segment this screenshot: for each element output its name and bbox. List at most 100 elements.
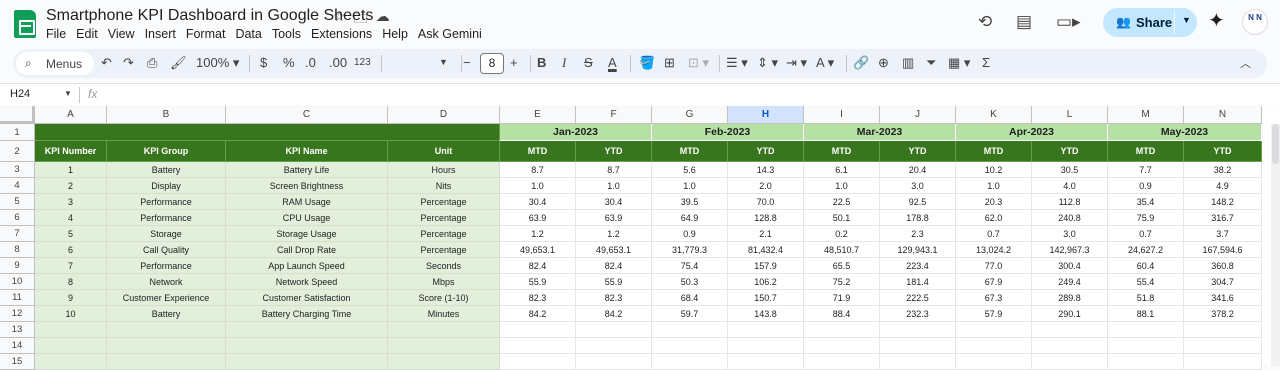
name-box-dropdown-icon[interactable]: ▼ [64, 89, 72, 98]
table-cell[interactable]: Nits [388, 178, 500, 194]
month-header[interactable]: Feb-2023 [652, 124, 804, 141]
vertical-align-icon[interactable]: ⇕ ▾ [757, 55, 778, 71]
redo-icon[interactable]: ↷ [123, 55, 134, 71]
bold-button[interactable]: B [537, 55, 546, 70]
table-cell[interactable]: 10 [35, 306, 107, 322]
paint-format-icon[interactable]: 🖌 [170, 55, 187, 71]
table-cell[interactable]: 68.4 [652, 290, 728, 306]
menu-ask-gemini[interactable]: Ask Gemini [418, 27, 482, 41]
table-cell[interactable]: 50.3 [652, 274, 728, 290]
table-cell[interactable]: 290.1 [1032, 306, 1108, 322]
gemini-icon[interactable]: ✦ [1208, 8, 1225, 33]
table-cell[interactable]: 71.9 [804, 290, 880, 306]
table-cell[interactable]: Network [107, 274, 226, 290]
table-cell[interactable]: 59.7 [652, 306, 728, 322]
fill-color-icon[interactable]: 🪣 [639, 55, 655, 71]
insert-link-icon[interactable]: 🔗 [853, 55, 869, 71]
table-cell[interactable]: Percentage [388, 242, 500, 258]
table-cell[interactable]: 341.6 [1184, 290, 1262, 306]
table-cell[interactable]: 63.9 [500, 210, 576, 226]
table-cell[interactable]: 316.7 [1184, 210, 1262, 226]
percent-format-button[interactable]: % [283, 55, 295, 70]
table-cell[interactable]: 30.5 [1032, 162, 1108, 178]
table-cell[interactable]: 249.4 [1032, 274, 1108, 290]
row-header-10[interactable]: 10 [0, 274, 35, 290]
table-cell[interactable]: 223.4 [880, 258, 956, 274]
table-cell[interactable]: Storage Usage [226, 226, 388, 242]
table-cell[interactable]: 3.0 [880, 178, 956, 194]
menu-tools[interactable]: Tools [272, 27, 301, 41]
table-cell[interactable]: 84.2 [576, 306, 652, 322]
table-cell[interactable]: 2 [35, 178, 107, 194]
empty-cell[interactable] [956, 322, 1032, 338]
table-cell[interactable]: 82.4 [500, 258, 576, 274]
table-cell[interactable]: 112.8 [1032, 194, 1108, 210]
font-size-input[interactable]: 8 [480, 53, 504, 74]
strikethrough-icon[interactable]: S [584, 55, 593, 70]
row-header-14[interactable]: 14 [0, 338, 35, 354]
column-header-c[interactable]: C [226, 106, 388, 124]
share-dropdown-icon[interactable]: ▼ [1182, 15, 1191, 25]
table-cell[interactable]: 67.9 [956, 274, 1032, 290]
empty-cell[interactable] [880, 354, 956, 370]
row-header-9[interactable]: 9 [0, 258, 35, 274]
sheets-logo-icon[interactable] [14, 10, 36, 38]
filter-icon[interactable]: ⏷ [926, 55, 936, 71]
print-icon[interactable]: ⎙ [147, 55, 157, 71]
empty-cell[interactable] [500, 354, 576, 370]
search-menus-button[interactable]: ⌕ Menus [16, 52, 94, 75]
table-cell[interactable]: Performance [107, 194, 226, 210]
merge-cells-icon[interactable]: ⊡ ▾ [688, 55, 709, 71]
table-cell[interactable]: 65.5 [804, 258, 880, 274]
table-cell[interactable]: 7.7 [1108, 162, 1184, 178]
share-button[interactable]: 👥 Share ▼ [1103, 8, 1197, 37]
table-cell[interactable]: 2.0 [728, 178, 804, 194]
table-cell[interactable]: 4.0 [1032, 178, 1108, 194]
table-cell[interactable]: 88.4 [804, 306, 880, 322]
table-cell[interactable]: 8.7 [500, 162, 576, 178]
table-cell[interactable]: Score (1-10) [388, 290, 500, 306]
kpi-table-header[interactable]: MTD [652, 141, 728, 162]
row-header-8[interactable]: 8 [0, 242, 35, 258]
column-header-n[interactable]: N [1184, 106, 1262, 124]
table-cell[interactable]: 14.3 [728, 162, 804, 178]
table-cell[interactable]: 129,943.1 [880, 242, 956, 258]
empty-cell[interactable] [576, 322, 652, 338]
column-header-a[interactable]: A [35, 106, 107, 124]
table-cell[interactable]: 55.9 [576, 274, 652, 290]
table-cell[interactable]: Display [107, 178, 226, 194]
row-header-6[interactable]: 6 [0, 210, 35, 226]
text-wrapping-icon[interactable]: ⇥ ▾ [786, 55, 807, 71]
empty-cell[interactable] [35, 354, 107, 370]
table-cell[interactable]: 63.9 [576, 210, 652, 226]
empty-cell[interactable] [226, 354, 388, 370]
kpi-table-header[interactable]: YTD [728, 141, 804, 162]
table-cell[interactable]: 1.0 [956, 178, 1032, 194]
table-cell[interactable]: 150.7 [728, 290, 804, 306]
increase-font-size-icon[interactable]: + [510, 55, 518, 70]
table-cell[interactable]: Customer Satisfaction [226, 290, 388, 306]
empty-cell[interactable] [728, 338, 804, 354]
table-cell[interactable]: 31,779.3 [652, 242, 728, 258]
empty-cell[interactable] [226, 338, 388, 354]
table-cell[interactable]: 143.8 [728, 306, 804, 322]
row-header-3[interactable]: 3 [0, 162, 35, 178]
table-cell[interactable]: 3.7 [1184, 226, 1262, 242]
currency-format-button[interactable]: $ [260, 55, 267, 70]
empty-cell[interactable] [728, 322, 804, 338]
comments-icon[interactable]: ▤ [1016, 12, 1032, 32]
empty-cell[interactable] [500, 338, 576, 354]
version-history-icon[interactable]: ⟲ [978, 12, 992, 32]
avatar[interactable]: N N [1242, 9, 1268, 35]
table-cell[interactable]: 1.0 [576, 178, 652, 194]
table-cell[interactable]: 4 [35, 210, 107, 226]
table-cell[interactable]: 81,432.4 [728, 242, 804, 258]
table-cell[interactable]: 62.0 [956, 210, 1032, 226]
table-cell[interactable]: 157.9 [728, 258, 804, 274]
table-cell[interactable]: 75.2 [804, 274, 880, 290]
table-cell[interactable]: 82.3 [576, 290, 652, 306]
table-cell[interactable]: Battery Life [226, 162, 388, 178]
kpi-table-header[interactable]: YTD [1184, 141, 1262, 162]
zoom-select[interactable]: 100% ▾ [196, 55, 239, 71]
empty-cell[interactable] [107, 354, 226, 370]
